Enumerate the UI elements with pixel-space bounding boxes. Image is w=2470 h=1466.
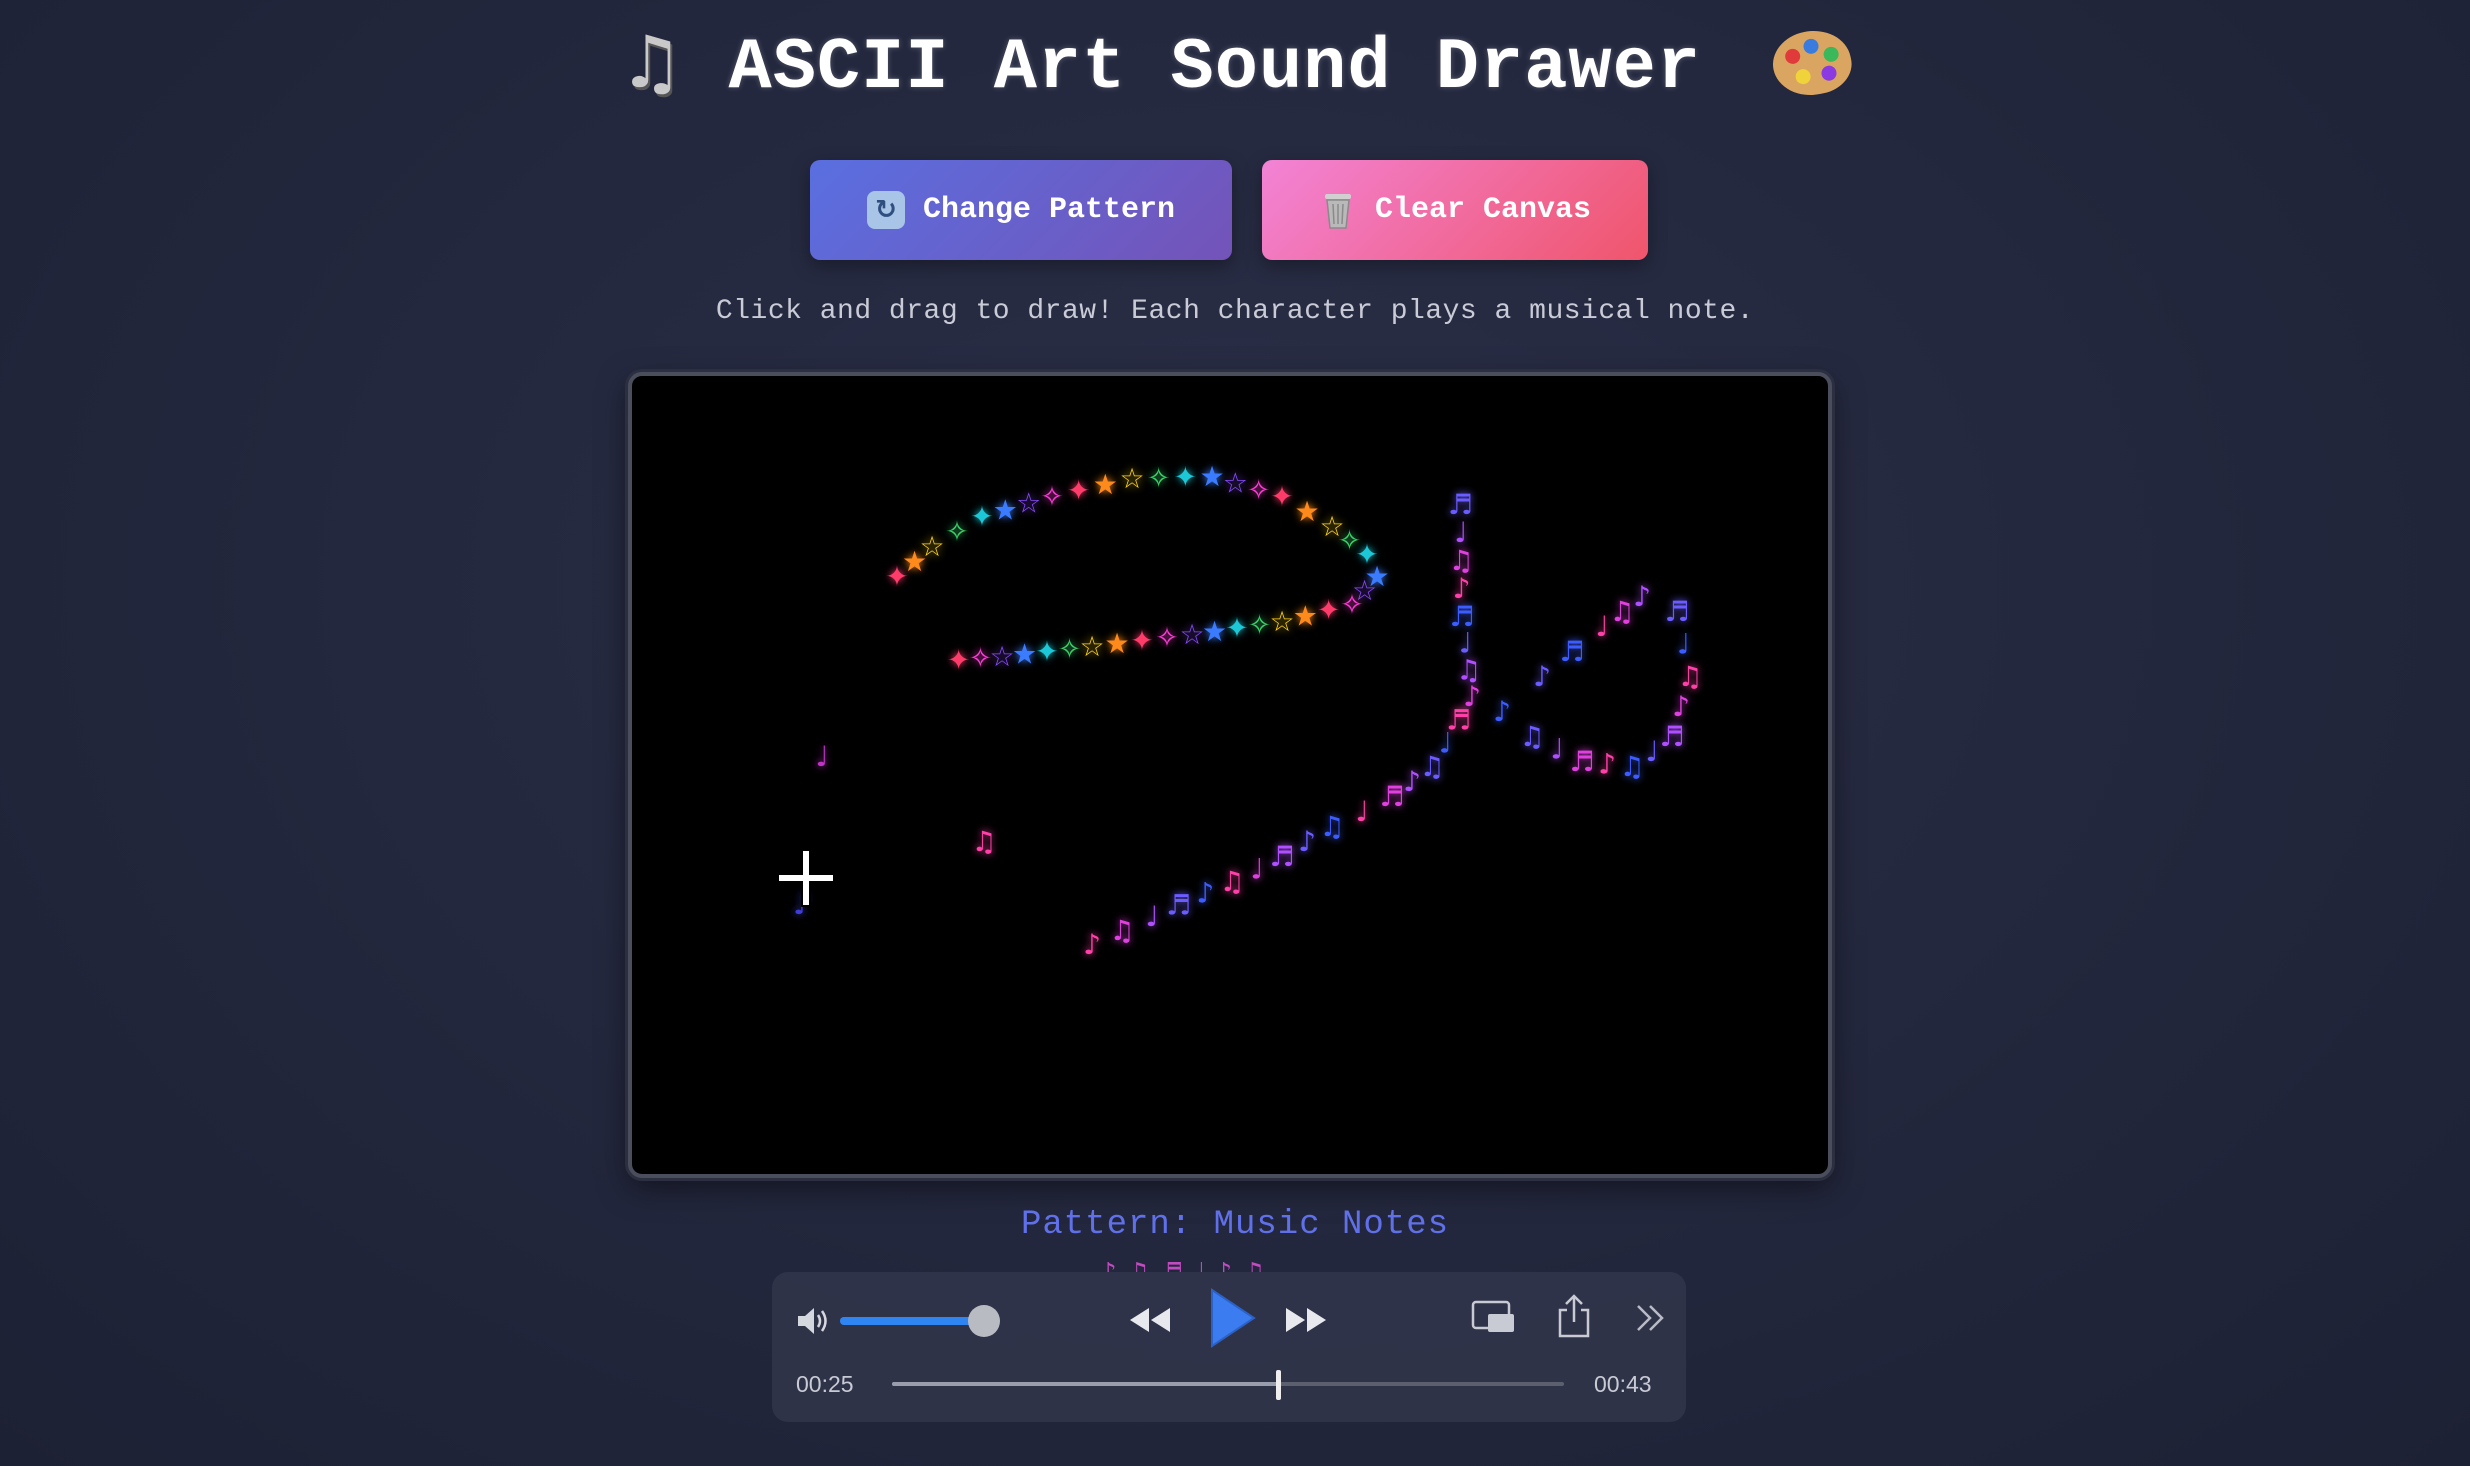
drawn-character: ♩ (1677, 628, 1690, 661)
drawn-character: ☆ (1223, 467, 1248, 500)
drawn-character: ♪ (1083, 928, 1101, 961)
drawn-character: ♩ (815, 740, 828, 773)
instructions-text: Click and drag to draw! Each character p… (715, 296, 1755, 327)
crosshair-cursor-icon (777, 849, 835, 907)
drawn-character: ♪ (1298, 825, 1316, 858)
drawn-character: ♩ (1550, 733, 1563, 766)
drawn-character: ♩ (1595, 610, 1608, 643)
drawing-layer: ✦★☆ ✧ ✦ ★☆ ✧ ✦ ★ ☆ ✧ ✦ ★☆ ✧ ✦ ★ ☆✧✦★☆✧✦★☆✧✦★☆✧✦★☆✧✦★☆✧… (793, 460, 1702, 961)
drawing-canvas[interactable]: ✦ ★ ☆ ✧ ✦ ★ ☆ ✧ ✦ ★ ☆ ✧ ✦ ★ ☆ ✧ ✦ ★ ☆ ✧ ✦ ★ ☆ ✧ ✦ ★ ☆ ✧ ✦ ★ ☆ ✧ ✦ ★ ☆ ✧ ✦ ★ ☆ ✧… (628, 372, 1832, 1178)
drawn-character: ♪ (1403, 765, 1421, 798)
drawn-character: ✧ (1058, 633, 1081, 666)
drawn-character: ♪ (1598, 748, 1616, 781)
drawn-character: ♬ (1659, 720, 1684, 753)
total-time: 00:43 (1594, 1371, 1652, 1397)
drawn-character: ♫ (1109, 914, 1134, 947)
refresh-icon: ↻ (866, 191, 905, 229)
drawn-character: ♪ (1672, 690, 1690, 723)
drawn-character: ★ (1093, 468, 1118, 501)
drawn-character: ♩ (1250, 853, 1263, 886)
title-text: ASCII Art Sound Drawer (728, 27, 1702, 109)
drawn-character: ♫ (1619, 750, 1644, 783)
drawn-character: ♫ (1319, 810, 1344, 843)
drawn-character: ☆ (919, 530, 944, 563)
drawn-character: ♪ (1196, 877, 1214, 910)
drawn-character: ✧ (1155, 621, 1178, 654)
drawn-character: ★ (1294, 495, 1319, 528)
trash-icon (1319, 191, 1357, 229)
drawn-character: ★ (1104, 627, 1129, 660)
drawn-character: ♩ (1355, 795, 1368, 828)
progress-fill (892, 1382, 1279, 1386)
drawn-character: ♬ (1559, 635, 1584, 668)
share-icon[interactable] (1554, 1292, 1594, 1340)
drawn-character: ★ (1012, 638, 1037, 671)
drawn-character: ✦ (1130, 624, 1153, 657)
drawn-character: ✦ (1317, 594, 1340, 627)
drawn-character: ✧ (1040, 480, 1063, 513)
more-icon[interactable] (1630, 1296, 1670, 1340)
drawn-character: ♬ (1269, 840, 1294, 873)
progress-knob[interactable] (1276, 1370, 1282, 1400)
volume-icon[interactable] (794, 1302, 832, 1340)
page-title: ♫ ASCII Art Sound Drawer (0, 20, 2470, 109)
drawn-character: ✧ (969, 642, 992, 675)
drawn-character: ♬ (1166, 888, 1191, 921)
drawn-character: ♪ (1533, 660, 1551, 693)
drawn-character: ★ (1199, 460, 1224, 493)
drawn-character: ✧ (1340, 588, 1363, 621)
drawn-character: ✧ (945, 515, 968, 548)
drawn-character: ♩ (1645, 735, 1658, 768)
drawn-character: ✦ (1067, 474, 1090, 507)
drawn-character: ♫ (1219, 865, 1244, 898)
drawn-character: ☆ (989, 640, 1014, 673)
volume-knob[interactable] (968, 1305, 1000, 1337)
drawn-character: ★ (993, 493, 1018, 526)
drawn-character: ☆ (1269, 605, 1294, 638)
media-player-bar: 00:25 00:43 (772, 1272, 1686, 1422)
change-pattern-label: Change Pattern (922, 193, 1176, 227)
drawn-character: ✦ (1270, 480, 1293, 513)
volume-slider[interactable] (840, 1305, 1000, 1337)
drawn-character: ✧ (1147, 461, 1170, 494)
drawn-character: ☆ (1119, 462, 1144, 495)
musical-notes-emoji-icon: ♫ (618, 20, 685, 104)
artist-palette-emoji-icon (1767, 23, 1858, 103)
drawn-character: ♫ (971, 825, 996, 858)
drawn-character: ☆ (1179, 618, 1204, 651)
drawn-character: ♬ (1569, 745, 1594, 778)
progress-bar[interactable] (892, 1370, 1564, 1400)
picture-in-picture-icon[interactable] (1470, 1296, 1518, 1340)
play-icon[interactable] (1198, 1282, 1262, 1354)
drawn-character: ♫ (1609, 595, 1634, 628)
clear-canvas-button[interactable]: Clear Canvas (1262, 160, 1648, 260)
current-time: 00:25 (796, 1371, 854, 1397)
drawn-character: ☆ (1016, 487, 1041, 520)
rewind-icon[interactable] (1126, 1296, 1174, 1344)
drawn-character: ♪ (1493, 695, 1511, 728)
pattern-preview: ♪♫♬♩♪♫ (1100, 1258, 1360, 1272)
volume-fill (840, 1317, 984, 1325)
drawn-character: ✦ (947, 643, 970, 676)
change-pattern-button[interactable]: ↻ Change Pattern (810, 160, 1232, 260)
drawn-character: ✦ (1225, 612, 1248, 645)
drawn-character: ♫ (1519, 720, 1544, 753)
drawn-character: ♬ (1664, 595, 1689, 628)
drawn-character: ♫ (1677, 660, 1702, 693)
drawn-character: ✧ (1247, 473, 1270, 506)
drawn-character: ♩ (1145, 900, 1158, 933)
drawn-character: ♪ (1633, 580, 1651, 613)
drawn-character: ♬ (1379, 780, 1404, 813)
drawn-character: ✦ (970, 500, 993, 533)
drawn-character: ★ (1202, 615, 1227, 648)
drawn-character: ★ (1293, 599, 1318, 632)
clear-canvas-label: Clear Canvas (1374, 193, 1592, 227)
pattern-label: Pattern: Music Notes (1020, 1206, 1450, 1244)
drawn-character: ☆ (1079, 630, 1104, 663)
drawn-character: ✦ (1035, 635, 1058, 668)
drawn-character: ♬ (1448, 488, 1473, 521)
drawn-character: ✦ (1174, 461, 1197, 494)
drawn-character: ✧ (1248, 608, 1271, 641)
fast-forward-icon[interactable] (1282, 1296, 1330, 1344)
